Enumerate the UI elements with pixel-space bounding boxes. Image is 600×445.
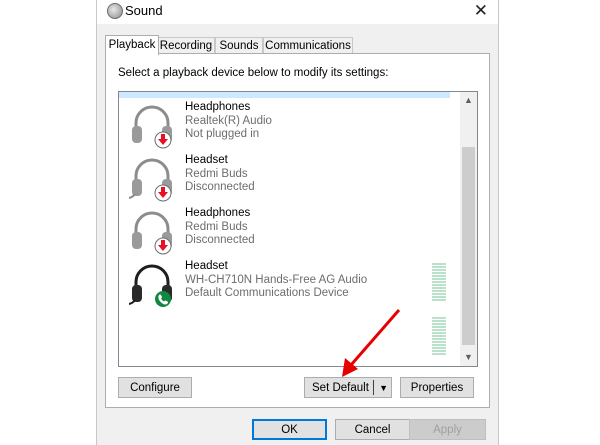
tab-playback[interactable]: Playback <box>105 35 159 55</box>
red-arrow-annotation <box>342 309 401 377</box>
